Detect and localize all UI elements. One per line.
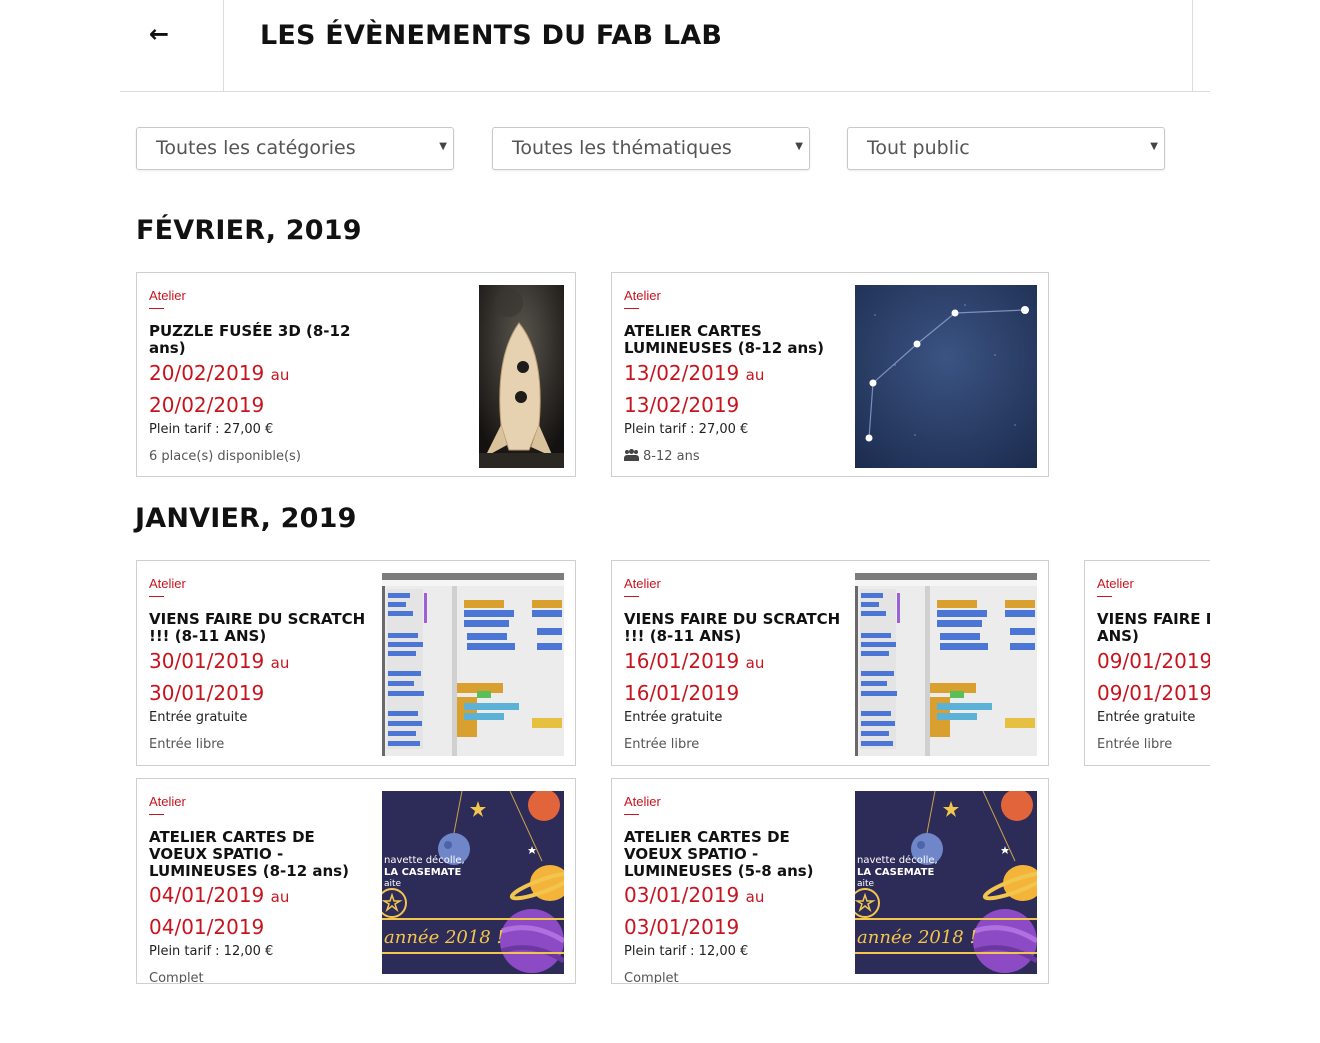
page-title: LES ÉVÈNEMENTS DU FAB LAB xyxy=(260,20,723,51)
event-category[interactable]: Atelier xyxy=(149,288,186,303)
header-divider xyxy=(1192,0,1193,91)
card-image-text-line4: année 2018 ! xyxy=(857,927,977,948)
category-underline xyxy=(149,308,164,309)
event-category[interactable]: Atelier xyxy=(149,576,186,591)
event-start-date: 04/01/2019 au xyxy=(149,883,290,907)
event-availability: 6 place(s) disponible(s) xyxy=(149,449,301,464)
back-arrow-icon[interactable]: ← xyxy=(149,20,169,48)
event-end-date: 03/01/2019 xyxy=(624,915,740,939)
category-filter-select[interactable]: Toutes les catégories ▼ xyxy=(136,127,454,170)
event-start-date: 20/02/2019 au xyxy=(149,361,290,385)
card-image-text-line2: LA CASEMATE xyxy=(857,867,934,878)
event-price: Plein tarif : 27,00 € xyxy=(149,422,274,437)
event-start-date: 09/01/2019 xyxy=(1097,649,1210,673)
event-category[interactable]: Atelier xyxy=(149,794,186,809)
category-underline xyxy=(624,308,639,309)
event-end-date: 30/01/2019 xyxy=(149,681,265,705)
event-card[interactable]: Atelier VIENS FAIRE D !!! (8-11 ANS) 09/… xyxy=(1084,560,1210,766)
event-price: Entrée gratuite xyxy=(149,710,248,725)
category-underline xyxy=(149,596,164,597)
event-start-date: 16/01/2019 au xyxy=(624,649,765,673)
month-heading: FÉVRIER, 2019 xyxy=(136,215,362,246)
audience-filter-select[interactable]: Tout public ▼ xyxy=(847,127,1165,170)
card-image-text-line2: LA CASEMATE xyxy=(384,867,461,878)
event-end-date: 20/02/2019 xyxy=(149,393,265,417)
event-price: Plein tarif : 27,00 € xyxy=(624,422,749,437)
event-availability: Complet xyxy=(624,971,679,984)
event-availability: Complet xyxy=(149,971,204,984)
event-info: Entrée libre xyxy=(624,737,700,752)
event-title[interactable]: ATELIER CARTES LUMINEUSES (8-12 ans) xyxy=(624,323,844,357)
card-image-text-line3: aite xyxy=(384,879,402,889)
theme-filter-select[interactable]: Toutes les thématiques ▼ xyxy=(492,127,810,170)
event-start-date: 30/01/2019 au xyxy=(149,649,290,673)
event-card[interactable]: Atelier ATELIER CARTES LUMINEUSES (8-12 … xyxy=(611,272,1049,477)
event-title[interactable]: VIENS FAIRE DU SCRATCH !!! (8-11 ANS) xyxy=(149,611,369,645)
space-greeting-card[interactable]: navette décolle, LA CASEMATE aite année … xyxy=(382,791,564,974)
event-category[interactable]: Atelier xyxy=(624,288,661,303)
event-title[interactable]: VIENS FAIRE D !!! (8-11 ANS) xyxy=(1097,611,1210,645)
event-card[interactable]: Atelier PUZZLE FUSÉE 3D (8-12 ans) 20/02… xyxy=(136,272,576,477)
event-age-range: 8-12 ans xyxy=(624,449,700,464)
event-title[interactable]: ATELIER CARTES DE VOEUX SPATIO - LUMINEU… xyxy=(149,829,369,880)
constellation-photo[interactable] xyxy=(855,285,1037,468)
category-underline xyxy=(624,814,639,815)
event-end-date: 04/01/2019 xyxy=(149,915,265,939)
audience-filter-value: Tout public xyxy=(867,137,970,159)
card-image-text-line1: navette décolle, xyxy=(857,854,938,866)
event-card[interactable]: Atelier ATELIER CARTES DE VOEUX SPATIO -… xyxy=(611,778,1049,984)
category-underline xyxy=(149,814,164,815)
event-title[interactable]: ATELIER CARTES DE VOEUX SPATIO - LUMINEU… xyxy=(624,829,844,880)
event-title[interactable]: PUZZLE FUSÉE 3D (8-12 ans) xyxy=(149,323,369,357)
people-icon xyxy=(624,449,639,461)
event-card[interactable]: Atelier VIENS FAIRE DU SCRATCH !!! (8-11… xyxy=(136,560,576,766)
card-image-text-line3: aite xyxy=(857,879,875,889)
card-image-text-line4: année 2018 ! xyxy=(384,927,504,948)
space-greeting-card[interactable]: navette décolle, LA CASEMATE aite année … xyxy=(855,791,1037,974)
back-button[interactable]: ← xyxy=(120,0,224,91)
event-end-date: 09/01/2019 xyxy=(1097,681,1210,705)
rocket-puzzle-photo[interactable] xyxy=(479,285,564,468)
event-category[interactable]: Atelier xyxy=(624,576,661,591)
event-title[interactable]: VIENS FAIRE DU SCRATCH !!! (8-11 ANS) xyxy=(624,611,844,645)
event-card[interactable]: Atelier VIENS FAIRE DU SCRATCH !!! (8-11… xyxy=(611,560,1049,766)
event-price: Plein tarif : 12,00 € xyxy=(149,944,274,959)
event-price: Entrée gratuite xyxy=(1097,710,1196,725)
event-start-date: 03/01/2019 au xyxy=(624,883,765,907)
theme-filter-value: Toutes les thématiques xyxy=(512,137,732,159)
chevron-down-icon: ▼ xyxy=(439,141,447,152)
chevron-down-icon: ▼ xyxy=(795,141,803,152)
event-card[interactable]: Atelier ATELIER CARTES DE VOEUX SPATIO -… xyxy=(136,778,576,984)
category-underline xyxy=(624,596,639,597)
event-end-date: 16/01/2019 xyxy=(624,681,740,705)
chevron-down-icon: ▼ xyxy=(1150,141,1158,152)
event-info: Entrée libre xyxy=(1097,737,1173,752)
event-info: Entrée libre xyxy=(149,737,225,752)
category-filter-value: Toutes les catégories xyxy=(156,137,356,159)
event-category[interactable]: Atelier xyxy=(624,794,661,809)
page-header: ← LES ÉVÈNEMENTS DU FAB LAB xyxy=(120,0,1210,92)
scratch-screenshot[interactable] xyxy=(382,573,564,756)
event-price: Entrée gratuite xyxy=(624,710,723,725)
event-end-date: 13/02/2019 xyxy=(624,393,740,417)
category-underline xyxy=(1097,596,1112,597)
event-start-date: 13/02/2019 au xyxy=(624,361,765,385)
card-image-text-line1: navette décolle, xyxy=(384,854,465,866)
event-category[interactable]: Atelier xyxy=(1097,576,1134,591)
event-price: Plein tarif : 12,00 € xyxy=(624,944,749,959)
scratch-screenshot[interactable] xyxy=(855,573,1037,756)
month-heading: JANVIER, 2019 xyxy=(135,503,357,534)
